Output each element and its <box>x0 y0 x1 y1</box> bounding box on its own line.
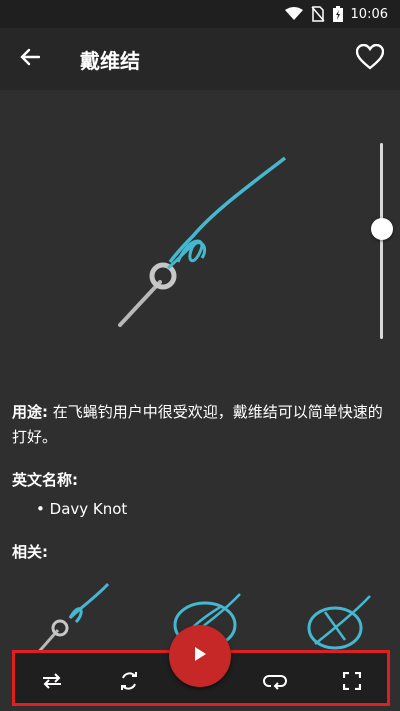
wifi-icon <box>284 7 303 21</box>
status-bar: 10:06 <box>0 0 400 28</box>
usage-paragraph: 用途: 在飞蝇钓用户中很受欢迎，戴维结可以简单快速的打好。 <box>12 400 388 450</box>
knot-illustration[interactable] <box>0 90 400 360</box>
back-button[interactable] <box>0 28 60 90</box>
english-name-label: 英文名称: <box>12 471 78 489</box>
bullet-icon: • <box>36 500 45 518</box>
heart-outline-icon <box>355 43 385 74</box>
speed-slider-track[interactable] <box>380 143 383 339</box>
knot-description: 用途: 在飞蝇钓用户中很受欢迎，戴维结可以简单快速的打好。 英文名称: • Da… <box>12 400 388 565</box>
no-sim-icon <box>310 6 325 22</box>
arrow-left-icon <box>20 48 41 70</box>
loop-icon <box>263 672 287 694</box>
loop-button[interactable] <box>263 671 287 695</box>
refresh-button[interactable] <box>117 671 141 695</box>
fullscreen-button[interactable] <box>340 671 364 695</box>
status-time: 10:06 <box>350 6 388 22</box>
usage-label: 用途: <box>12 403 48 421</box>
page-title: 戴维结 <box>80 48 140 73</box>
usage-text: 在飞蝇钓用户中很受欢迎，戴维结可以简单快速的打好。 <box>12 403 383 446</box>
speed-slider-thumb[interactable] <box>371 218 393 240</box>
battery-icon <box>332 6 343 22</box>
english-name-value: Davy Knot <box>49 500 128 518</box>
play-icon <box>191 644 209 668</box>
english-name-item: • Davy Knot <box>12 497 388 522</box>
related-knot-1[interactable] <box>34 582 110 656</box>
favorite-button[interactable] <box>340 28 400 90</box>
app-bar: 戴维结 <box>0 28 400 90</box>
swap-button[interactable] <box>40 671 64 695</box>
related-label: 相关: <box>12 543 48 561</box>
refresh-icon <box>119 670 139 696</box>
related-knot-3[interactable] <box>307 595 371 650</box>
play-button[interactable] <box>169 625 231 687</box>
fullscreen-icon <box>342 671 362 694</box>
swap-arrows-icon <box>41 672 63 694</box>
